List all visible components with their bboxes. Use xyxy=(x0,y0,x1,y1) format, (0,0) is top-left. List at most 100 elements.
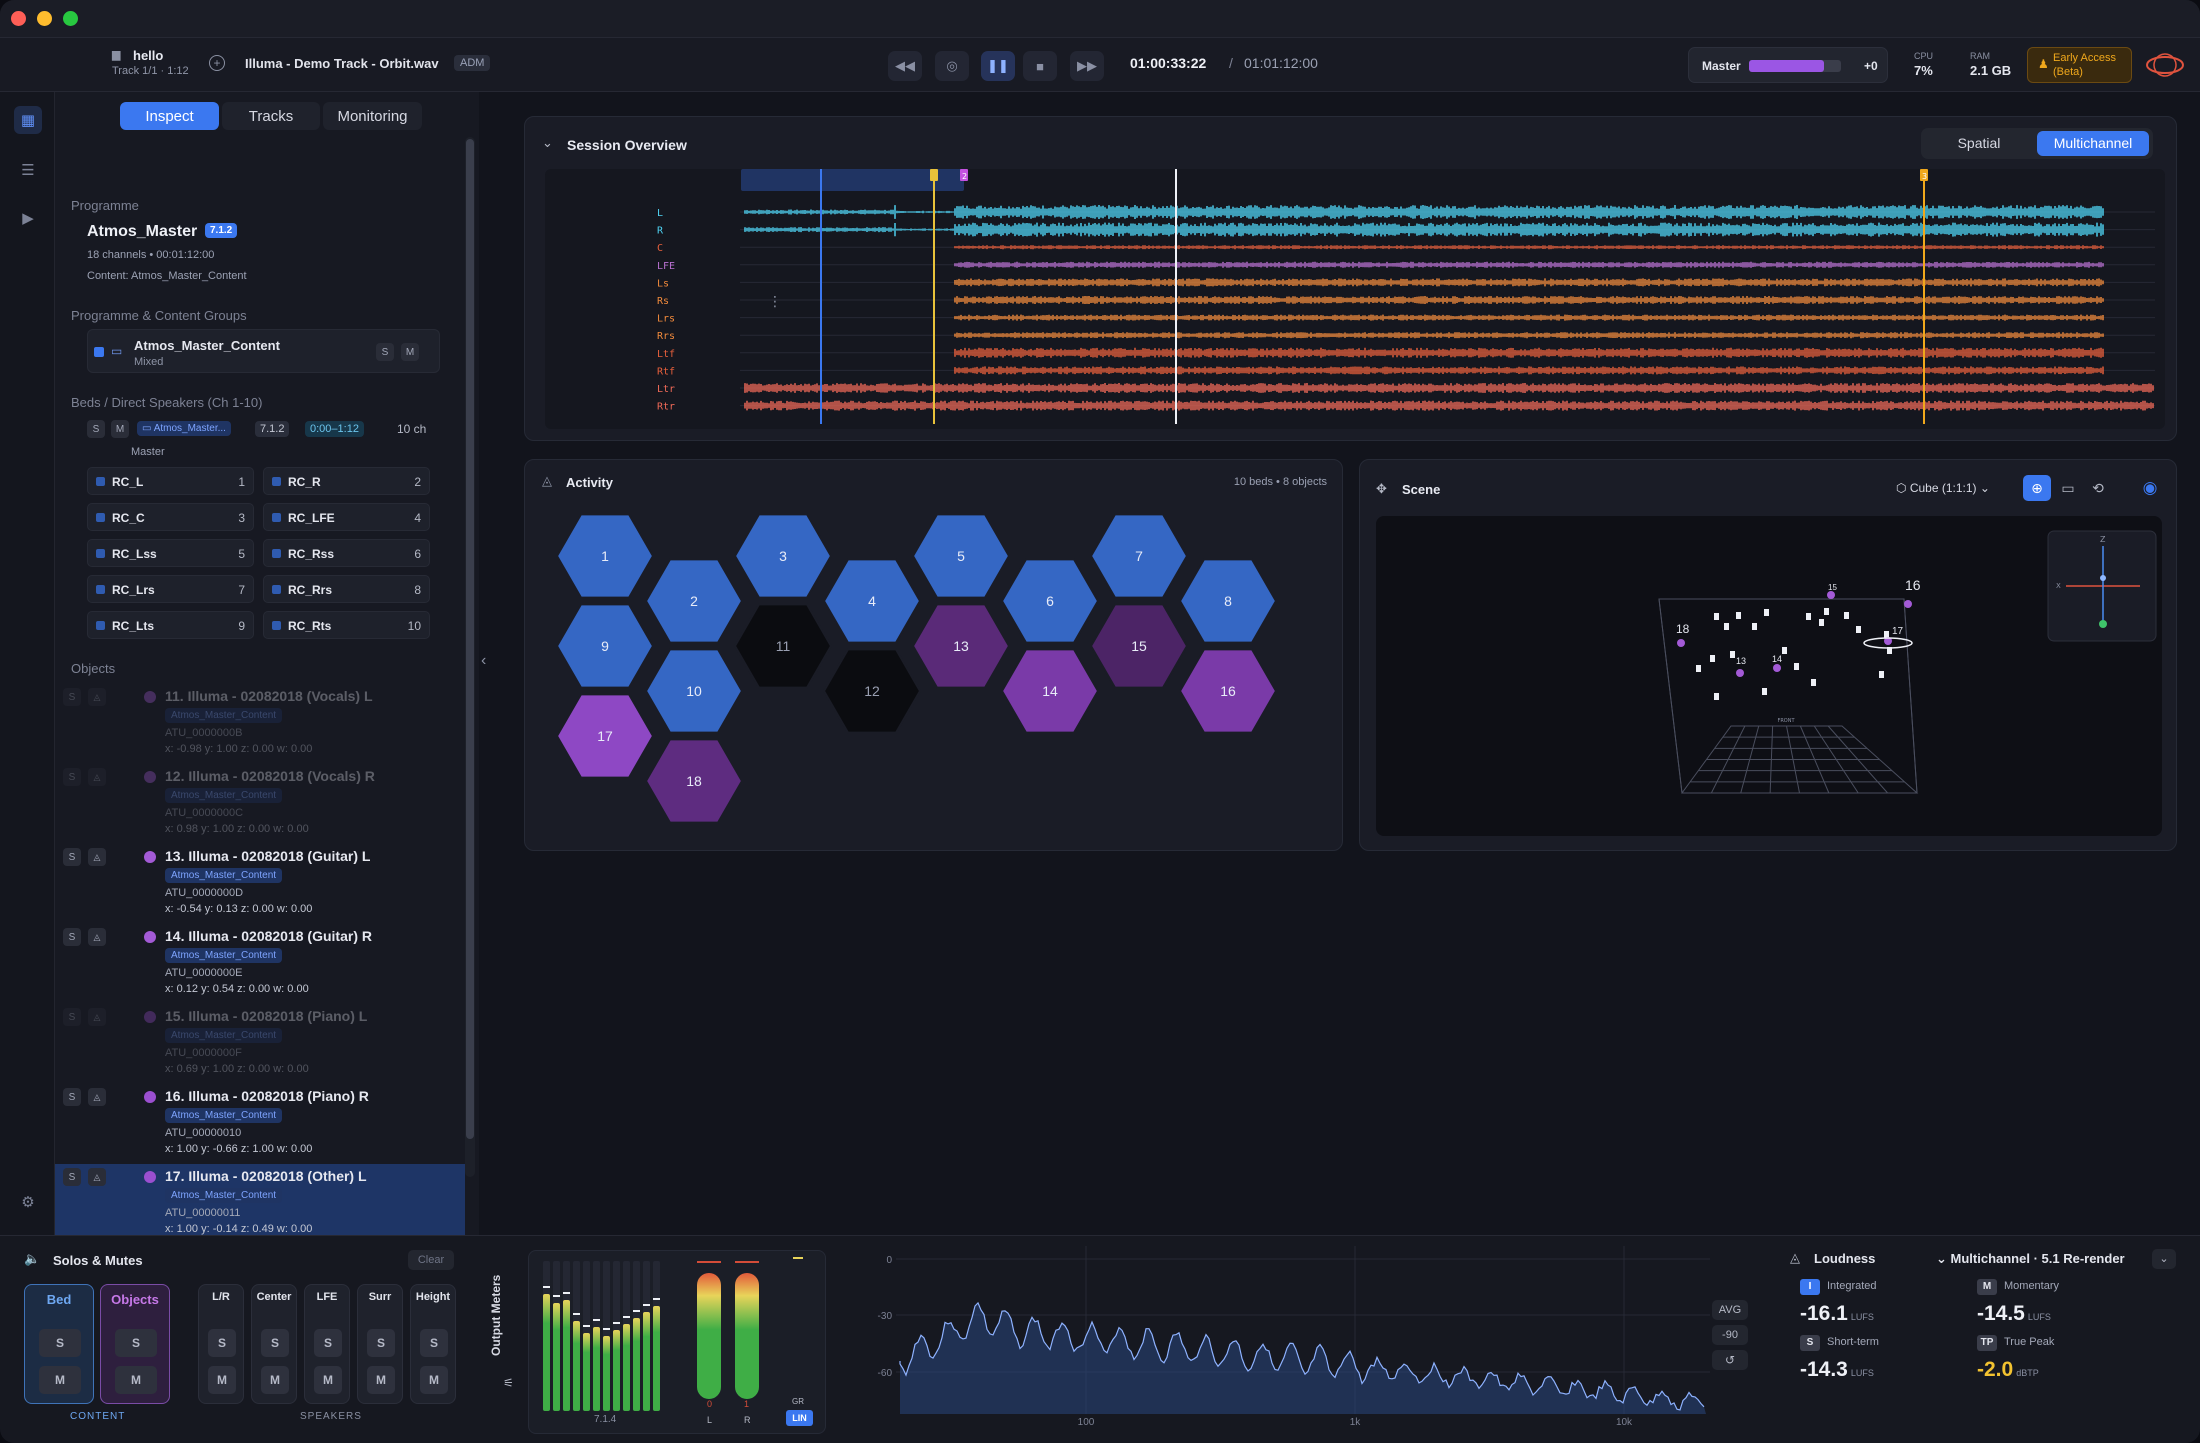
scene-3d-view[interactable]: FRONT15 16171813 14ZX xyxy=(1376,516,2162,836)
object-row[interactable]: S ◬ 11. Illuma - 02082018 (Vocals) L Atmos_… xyxy=(55,684,465,764)
visibility-eye-icon[interactable]: ◉ xyxy=(2136,475,2164,501)
activity-hex-4[interactable]: 4 xyxy=(822,558,922,644)
pause-button[interactable]: ❚❚ xyxy=(981,51,1015,81)
activity-hex-9[interactable]: 9 xyxy=(555,603,655,689)
view-mode-dropdown[interactable]: ⬡ Cube (1:1:1) ⌄ xyxy=(1896,481,1990,495)
object-point[interactable] xyxy=(1827,591,1835,599)
activity-hex-3[interactable]: 3 xyxy=(733,513,833,599)
loop-button[interactable]: ◎ xyxy=(935,51,969,81)
activity-hex-6[interactable]: 6 xyxy=(1000,558,1100,644)
settings-gear-icon[interactable]: ⚙ xyxy=(14,1188,42,1216)
early-access-button[interactable]: ♟ Early Access (Beta) xyxy=(2027,47,2132,83)
object-solo-button[interactable]: S xyxy=(63,848,81,866)
channel-rc_lss[interactable]: RC_Lss 5 xyxy=(87,539,254,567)
front-view-icon[interactable]: ▭ xyxy=(2054,475,2082,501)
activity-hex-2[interactable]: 2 xyxy=(644,558,744,644)
activity-hex-17[interactable]: 17 xyxy=(555,693,655,779)
drag-handle-icon[interactable]: ⋮ xyxy=(768,294,782,308)
object-row[interactable]: S ◬ 16. Illuma - 02082018 (Piano) R Atmos_M… xyxy=(55,1084,465,1164)
object-solo-button[interactable]: S xyxy=(63,688,81,706)
object-row[interactable]: S ◬ 17. Illuma - 02082018 (Other) L Atmos_M… xyxy=(55,1164,465,1235)
add-icon[interactable]: + xyxy=(209,55,225,71)
fast-forward-button[interactable]: ▶▶ xyxy=(1070,51,1104,81)
object-point[interactable] xyxy=(1677,639,1685,647)
object-monitor-icon[interactable]: ◬ xyxy=(88,688,106,706)
speaker-solo-button[interactable]: S xyxy=(420,1329,448,1357)
speaker-solo-button[interactable]: S xyxy=(208,1329,236,1357)
activity-hex-12[interactable]: 12 xyxy=(822,648,922,734)
speaker-mute-button[interactable]: M xyxy=(420,1366,448,1394)
content-solo-button[interactable]: S xyxy=(39,1329,81,1357)
object-row[interactable]: S ◬ 13. Illuma - 02082018 (Guitar) L Atmos_… xyxy=(55,844,465,924)
channel-rc_lfe[interactable]: RC_LFE 4 xyxy=(263,503,430,531)
activity-hex-7[interactable]: 7 xyxy=(1089,513,1189,599)
content-mute-button[interactable]: M xyxy=(39,1366,81,1394)
media-view-icon[interactable]: ▶ xyxy=(14,204,42,232)
master-gain-bar[interactable] xyxy=(1749,60,1841,72)
speaker-solo-button[interactable]: S xyxy=(261,1329,289,1357)
group-mute-button[interactable]: M xyxy=(401,343,419,361)
object-point[interactable] xyxy=(1773,664,1781,672)
group-solo-button[interactable]: S xyxy=(376,343,394,361)
speaker-mute-button[interactable]: M xyxy=(367,1366,395,1394)
activity-hex-16[interactable]: 16 xyxy=(1178,648,1278,734)
scrollbar-thumb[interactable] xyxy=(466,139,474,1139)
object-row[interactable]: S ◬ 15. Illuma - 02082018 (Piano) L Atmos_M… xyxy=(55,1004,465,1084)
channel-rc_rrs[interactable]: RC_Rrs 8 xyxy=(263,575,430,603)
object-monitor-icon[interactable]: ◬ xyxy=(88,1008,106,1026)
activity-hex-15[interactable]: 15 xyxy=(1089,603,1189,689)
object-solo-button[interactable]: S xyxy=(63,1168,81,1186)
axis-gizmo[interactable]: ZX xyxy=(2047,530,2157,642)
object-monitor-icon[interactable]: ◬ xyxy=(88,1088,106,1106)
content-solo-button[interactable]: S xyxy=(115,1329,157,1357)
object-point[interactable] xyxy=(1904,600,1912,608)
activity-hex-13[interactable]: 13 xyxy=(911,603,1011,689)
object-solo-button[interactable]: S xyxy=(63,1008,81,1026)
tab-spatial[interactable]: Spatial xyxy=(1925,131,2033,156)
speaker-mute-button[interactable]: M xyxy=(261,1366,289,1394)
activity-hex-1[interactable]: 1 xyxy=(555,513,655,599)
waveform-overview[interactable]: LRC LFE Ls Rs Lrs Rrs Ltf Rtf Ltr Rtr 2 3 xyxy=(545,169,2165,429)
grid-view-icon[interactable]: ▦ xyxy=(14,106,42,134)
bed-solo-button[interactable]: S xyxy=(87,420,105,438)
close-window-button[interactable] xyxy=(11,11,26,26)
meter-settings-icon[interactable]: ⚟ xyxy=(503,1376,514,1390)
bed-mute-button[interactable]: M xyxy=(111,420,129,438)
master-gain-control[interactable]: Master +0 xyxy=(1688,47,1888,83)
speaker-mute-button[interactable]: M xyxy=(314,1366,342,1394)
content-group-row[interactable]: ▭ Atmos_Master_Content Mixed S M xyxy=(87,329,440,373)
channel-rc_l[interactable]: RC_L 1 xyxy=(87,467,254,495)
stop-button[interactable]: ■ xyxy=(1023,51,1057,81)
channel-rc_lrs[interactable]: RC_Lrs 7 xyxy=(87,575,254,603)
activity-hex-14[interactable]: 14 xyxy=(1000,648,1100,734)
tab-tracks[interactable]: Tracks xyxy=(222,102,320,130)
channel-rc_rss[interactable]: RC_Rss 6 xyxy=(263,539,430,567)
activity-hex-11[interactable]: 11 xyxy=(733,603,833,689)
speaker-solo-button[interactable]: S xyxy=(314,1329,342,1357)
object-row[interactable]: S ◬ 14. Illuma - 02082018 (Guitar) R Atmos_… xyxy=(55,924,465,1004)
object-row[interactable]: S ◬ 12. Illuma - 02082018 (Vocals) R Atmos_… xyxy=(55,764,465,844)
clear-solos-button[interactable]: Clear xyxy=(408,1250,454,1270)
object-solo-button[interactable]: S xyxy=(63,928,81,946)
floor-button[interactable]: -90 xyxy=(1712,1325,1748,1345)
tab-inspect[interactable]: Inspect xyxy=(120,102,219,130)
orbit-logo-icon[interactable] xyxy=(2145,51,2185,84)
rotate-view-icon[interactable]: ⟲ xyxy=(2084,475,2112,501)
reset-spectrum-icon[interactable]: ↺ xyxy=(1712,1350,1748,1370)
lin-toggle-button[interactable]: LIN xyxy=(786,1410,813,1426)
tab-multichannel[interactable]: Multichannel xyxy=(2037,131,2149,156)
tab-monitoring[interactable]: Monitoring xyxy=(323,102,422,130)
activity-hex-8[interactable]: 8 xyxy=(1178,558,1278,644)
object-solo-button[interactable]: S xyxy=(63,768,81,786)
channel-rc_rts[interactable]: RC_Rts 10 xyxy=(263,611,430,639)
object-monitor-icon[interactable]: ◬ xyxy=(88,1168,106,1186)
channel-rc_r[interactable]: RC_R 2 xyxy=(263,467,430,495)
activity-hex-18[interactable]: 18 xyxy=(644,738,744,824)
object-monitor-icon[interactable]: ◬ xyxy=(88,768,106,786)
top-view-icon[interactable]: ⊕ xyxy=(2023,475,2051,501)
activity-hex-5[interactable]: 5 xyxy=(911,513,1011,599)
object-solo-button[interactable]: S xyxy=(63,1088,81,1106)
inspector-scrollbar[interactable] xyxy=(465,137,475,1177)
maximize-window-button[interactable] xyxy=(63,11,78,26)
minimize-window-button[interactable] xyxy=(37,11,52,26)
